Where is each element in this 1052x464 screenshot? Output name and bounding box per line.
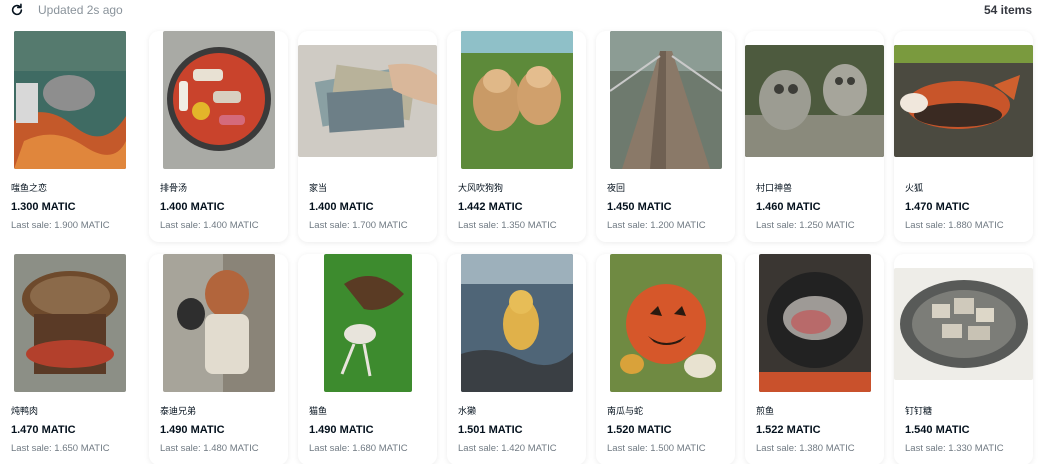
nft-image[interactable] (149, 31, 288, 172)
refresh-icon[interactable] (10, 3, 24, 17)
nft-image[interactable] (447, 254, 586, 395)
nft-image[interactable] (149, 254, 288, 395)
nft-price: 1.450 MATIC (607, 201, 672, 213)
nft-name: 大风吹狗狗 (458, 184, 504, 194)
nft-price: 1.490 MATIC (160, 424, 225, 436)
updated-status: Updated 2s ago (38, 3, 123, 17)
nft-price: 1.470 MATIC (905, 201, 970, 213)
nft-last-sale: Last sale: 1.500 MATIC (607, 443, 706, 454)
nft-name: 家当 (309, 184, 328, 194)
nft-last-sale: Last sale: 1.650 MATIC (11, 443, 110, 454)
nft-card[interactable]: 炖鸭肉 1.470 MATIC Last sale: 1.650 MATIC (0, 254, 139, 464)
nft-image[interactable] (894, 31, 1033, 172)
nft-last-sale: Last sale: 1.680 MATIC (309, 443, 408, 454)
nft-last-sale: Last sale: 1.400 MATIC (160, 220, 259, 231)
nft-card[interactable]: 嗤鱼之恋 1.300 MATIC Last sale: 1.900 MATIC (0, 31, 139, 242)
nft-card[interactable]: 火狐 1.470 MATIC Last sale: 1.880 MATIC (894, 31, 1033, 242)
nft-card[interactable]: 南瓜与蛇 1.520 MATIC Last sale: 1.500 MATIC (596, 254, 735, 464)
nft-last-sale: Last sale: 1.200 MATIC (607, 220, 706, 231)
nft-card[interactable]: 家当 1.400 MATIC Last sale: 1.700 MATIC (298, 31, 437, 242)
nft-name: 村口神兽 (756, 184, 793, 194)
nft-name: 火狐 (905, 184, 924, 194)
nft-price: 1.520 MATIC (607, 424, 672, 436)
collection-toolbar: Updated 2s ago 54 items (0, 0, 1052, 20)
nft-last-sale: Last sale: 1.380 MATIC (756, 443, 855, 454)
nft-image[interactable] (745, 31, 884, 172)
nft-last-sale: Last sale: 1.330 MATIC (905, 443, 1004, 454)
nft-price: 1.460 MATIC (756, 201, 821, 213)
nft-grid: 嗤鱼之恋 1.300 MATIC Last sale: 1.900 MATIC … (0, 31, 1033, 464)
nft-price: 1.300 MATIC (11, 201, 76, 213)
nft-price: 1.490 MATIC (309, 424, 374, 436)
nft-name: 煎鱼 (756, 407, 775, 417)
items-count: 54 items (983, 3, 1032, 17)
nft-name: 南瓜与蛇 (607, 407, 644, 417)
nft-image[interactable] (745, 254, 884, 395)
nft-image[interactable] (0, 254, 139, 395)
nft-price: 1.540 MATIC (905, 424, 970, 436)
nft-name: 泰迪兄弟 (160, 407, 197, 417)
nft-last-sale: Last sale: 1.420 MATIC (458, 443, 557, 454)
nft-last-sale: Last sale: 1.700 MATIC (309, 220, 408, 231)
nft-card[interactable]: 排骨汤 1.400 MATIC Last sale: 1.400 MATIC (149, 31, 288, 242)
nft-image[interactable] (894, 254, 1033, 395)
nft-name: 嗤鱼之恋 (11, 184, 48, 194)
nft-name: 水獭 (458, 407, 477, 417)
nft-name: 炖鸭肉 (11, 407, 39, 417)
nft-name: 排骨汤 (160, 184, 188, 194)
nft-image[interactable] (596, 254, 735, 395)
nft-card[interactable]: 大风吹狗狗 1.442 MATIC Last sale: 1.350 MATIC (447, 31, 586, 242)
nft-last-sale: Last sale: 1.250 MATIC (756, 220, 855, 231)
nft-last-sale: Last sale: 1.900 MATIC (11, 220, 110, 231)
nft-last-sale: Last sale: 1.880 MATIC (905, 220, 1004, 231)
nft-name: 猫鱼 (309, 407, 328, 417)
nft-image[interactable] (298, 31, 437, 172)
nft-price: 1.522 MATIC (756, 424, 821, 436)
nft-price: 1.400 MATIC (160, 201, 225, 213)
nft-price: 1.442 MATIC (458, 201, 523, 213)
nft-card[interactable]: 夜回 1.450 MATIC Last sale: 1.200 MATIC (596, 31, 735, 242)
nft-card[interactable]: 水獭 1.501 MATIC Last sale: 1.420 MATIC (447, 254, 586, 464)
nft-image[interactable] (596, 31, 735, 172)
nft-card[interactable]: 村口神兽 1.460 MATIC Last sale: 1.250 MATIC (745, 31, 884, 242)
nft-name: 夜回 (607, 184, 626, 194)
nft-image[interactable] (298, 254, 437, 395)
nft-image[interactable] (447, 31, 586, 172)
nft-price: 1.400 MATIC (309, 201, 374, 213)
nft-card[interactable]: 泰迪兄弟 1.490 MATIC Last sale: 1.480 MATIC (149, 254, 288, 464)
nft-image[interactable] (0, 31, 139, 172)
nft-last-sale: Last sale: 1.350 MATIC (458, 220, 557, 231)
nft-price: 1.470 MATIC (11, 424, 76, 436)
nft-card[interactable]: 煎鱼 1.522 MATIC Last sale: 1.380 MATIC (745, 254, 884, 464)
nft-last-sale: Last sale: 1.480 MATIC (160, 443, 259, 454)
nft-card[interactable]: 钉钉糖 1.540 MATIC Last sale: 1.330 MATIC (894, 254, 1033, 464)
nft-price: 1.501 MATIC (458, 424, 523, 436)
nft-name: 钉钉糖 (905, 407, 933, 417)
nft-card[interactable]: 猫鱼 1.490 MATIC Last sale: 1.680 MATIC (298, 254, 437, 464)
